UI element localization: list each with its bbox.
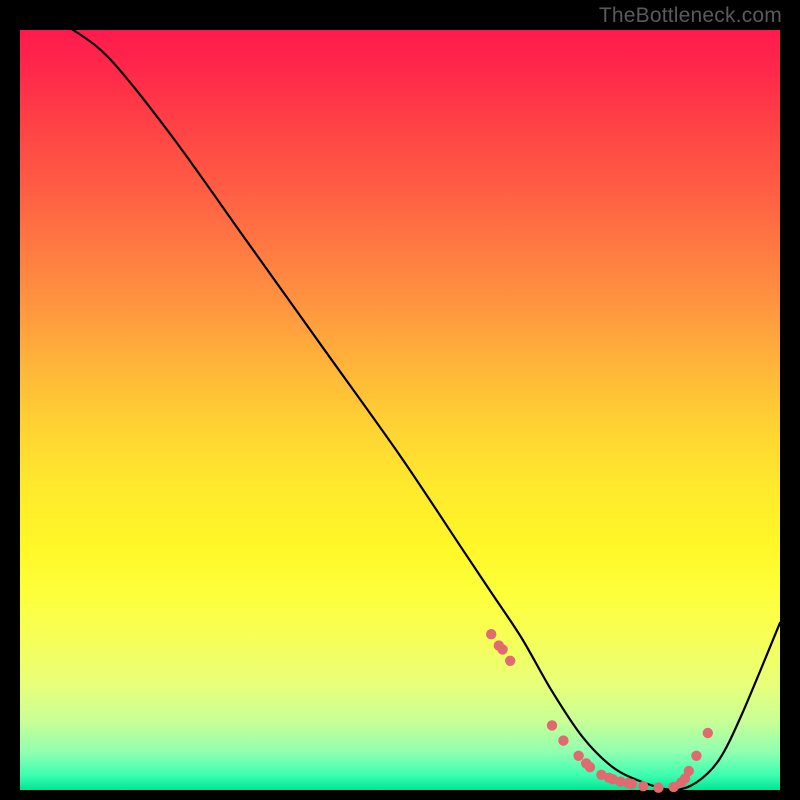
highlight-marker (627, 779, 637, 789)
highlight-marker (505, 656, 515, 666)
highlight-marker (691, 751, 701, 761)
highlight-marker (703, 728, 713, 738)
highlight-marker-group (486, 629, 713, 793)
highlight-marker (585, 762, 595, 772)
curve-svg (20, 30, 780, 790)
highlight-marker (547, 720, 557, 730)
highlight-marker (486, 629, 496, 639)
watermark-text: TheBottleneck.com (599, 4, 782, 28)
highlight-marker (558, 735, 568, 745)
highlight-marker (653, 783, 663, 793)
highlight-marker (497, 644, 507, 654)
gradient-plot-area (20, 30, 780, 790)
highlight-marker (684, 766, 694, 776)
highlight-marker (573, 751, 583, 761)
bottleneck-curve (20, 0, 780, 790)
highlight-marker (638, 781, 648, 791)
